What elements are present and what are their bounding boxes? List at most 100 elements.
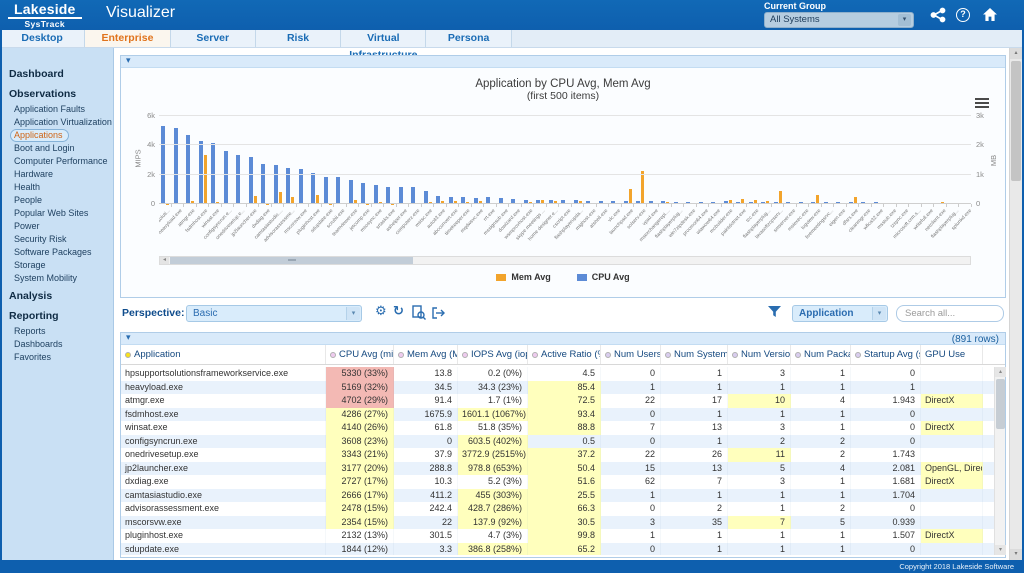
- column-filter-dot-icon[interactable]: [532, 351, 538, 358]
- column-filter-dot-icon[interactable]: [665, 351, 671, 358]
- sidebar-item-power[interactable]: Power: [2, 219, 113, 232]
- table-vertical-scrollbar[interactable]: ▴ ▾: [994, 367, 1006, 555]
- tab-enterprise[interactable]: Enterprise: [85, 30, 171, 47]
- bar-group: [884, 116, 897, 204]
- sidebar-item-software-packages[interactable]: Software Packages: [2, 245, 113, 258]
- scroll-left-icon[interactable]: ◂: [160, 257, 169, 264]
- sidebar-item-health[interactable]: Health: [2, 180, 113, 193]
- column-filter-dot-icon[interactable]: [605, 351, 611, 358]
- sidebar-item-security-risk[interactable]: Security Risk: [2, 232, 113, 245]
- tab-server[interactable]: Server: [170, 30, 256, 47]
- sidebar-item-application-faults[interactable]: Application Faults: [2, 102, 113, 115]
- column-filter-dot-icon[interactable]: [398, 351, 404, 358]
- refresh-icon[interactable]: ↻: [393, 303, 404, 319]
- table-row[interactable]: sdupdate.exe 1844 (12%) 3.3 386.8 (258%) 65.…: [121, 542, 994, 555]
- table-cell: 1844 (12%): [326, 542, 394, 555]
- table-row[interactable]: jp2launcher.exe 3177 (20%) 288.8 978.8 (653…: [121, 461, 994, 475]
- settings-gear-icon[interactable]: ⚙: [375, 303, 387, 319]
- chart-scrollbar-thumb[interactable]: [170, 257, 413, 264]
- column-header-gpu-use[interactable]: GPU Use: [921, 345, 983, 364]
- table-row[interactable]: winsat.exe 4140 (26%) 61.8 51.8 (35%) 88.8 7 1…: [121, 421, 994, 435]
- column-header-num-versions[interactable]: Num Versions: [728, 345, 791, 364]
- sidebar-item-application-virtualization[interactable]: Application Virtualization: [2, 115, 113, 128]
- table-cell: 1: [728, 542, 791, 555]
- bar-group: [822, 116, 835, 204]
- export-icon[interactable]: [431, 305, 446, 320]
- table-row[interactable]: advisorassessment.exe 2478 (15%) 242.4 428.…: [121, 502, 994, 516]
- filter-column-select[interactable]: Application ▾: [792, 305, 888, 322]
- filter-funnel-icon[interactable]: [768, 306, 781, 318]
- preview-icon[interactable]: [412, 305, 426, 320]
- table-row[interactable]: fsdmhost.exe 4286 (27%) 1675.9 1601.1 (1067…: [121, 407, 994, 421]
- sidebar-item-people[interactable]: People: [2, 193, 113, 206]
- tab-virtual-infrastructure[interactable]: Virtual Infrastructure: [341, 30, 427, 61]
- sidebar-item-applications[interactable]: Applications: [2, 128, 113, 142]
- current-group-select[interactable]: All Systems ▾: [764, 12, 914, 28]
- column-header-num-systems[interactable]: Num Systems: [661, 345, 728, 364]
- table-row[interactable]: atmgr.exe 4702 (29%) 91.4 1.7 (1%) 72.5 22 17 1…: [121, 394, 994, 408]
- column-header-startup-avg-sec-[interactable]: Startup Avg (sec): [851, 345, 921, 364]
- chart-subtitle: (first 500 items): [526, 90, 600, 102]
- cpu-avg-bar: [248, 157, 253, 204]
- column-header-iops-avg-iops-[interactable]: IOPS Avg (iops): [458, 345, 528, 364]
- bar-group: [347, 116, 360, 204]
- sidebar-section-analysis[interactable]: Analysis: [2, 284, 113, 304]
- sidebar-item-boot-and-login[interactable]: Boot and Login: [2, 141, 113, 154]
- table-cell: [921, 380, 983, 394]
- help-icon[interactable]: ?: [956, 8, 972, 24]
- collapse-table-icon[interactable]: ▾: [126, 332, 131, 343]
- sidebar-section-observations[interactable]: Observations: [2, 82, 113, 102]
- page-scrollbar[interactable]: ▴ ▾: [1009, 48, 1022, 560]
- tab-desktop[interactable]: Desktop: [0, 30, 86, 47]
- table-row[interactable]: configsyncrun.exe 3608 (23%) 0 603.5 (402%)…: [121, 434, 994, 448]
- sidebar-item-hardware[interactable]: Hardware: [2, 167, 113, 180]
- column-header-cpu-avg-mips-[interactable]: CPU Avg (mips)▴: [326, 345, 394, 364]
- tab-risk[interactable]: Risk: [255, 30, 342, 47]
- table-row[interactable]: pluginhost.exe 2132 (13%) 301.5 4.7 (3%) 99.…: [121, 529, 994, 543]
- collapse-chart-icon[interactable]: ▾: [126, 55, 131, 66]
- table-row[interactable]: mscorsvw.exe 2354 (15%) 22 137.9 (92%) 30.5 3…: [121, 515, 994, 529]
- table-scrollbar-thumb[interactable]: [996, 379, 1005, 429]
- page-scrollbar-thumb[interactable]: [1011, 61, 1021, 181]
- table-row[interactable]: heavyload.exe 5169 (32%) 34.5 34.3 (23%) 85.…: [121, 380, 994, 394]
- perspective-select[interactable]: Basic ▾: [186, 305, 362, 322]
- column-filter-dot-icon[interactable]: [330, 351, 336, 358]
- sidebar-item-dashboards[interactable]: Dashboards: [2, 337, 113, 350]
- sidebar-item-computer-performance[interactable]: Computer Performance: [2, 154, 113, 167]
- column-filter-dot-icon[interactable]: [732, 351, 738, 358]
- scroll-down-icon[interactable]: ▾: [995, 545, 1006, 555]
- table-cell: 4: [791, 394, 851, 408]
- column-header-num-users[interactable]: Num Users: [601, 345, 661, 364]
- scroll-down-icon[interactable]: ▾: [1010, 549, 1022, 560]
- home-icon[interactable]: [982, 7, 998, 23]
- sidebar-item-system-mobility[interactable]: System Mobility: [2, 271, 113, 284]
- search-input[interactable]: [896, 305, 1004, 322]
- tab-persona[interactable]: Persona: [426, 30, 512, 47]
- scroll-up-icon[interactable]: ▴: [1010, 48, 1022, 59]
- sidebar-item-storage[interactable]: Storage: [2, 258, 113, 271]
- chart-menu-icon[interactable]: [975, 98, 989, 110]
- table-row[interactable]: onedrivesetup.exe 3343 (21%) 37.9 3772.9 (2…: [121, 448, 994, 462]
- column-filter-dot-icon[interactable]: [795, 351, 801, 358]
- sidebar-section-reporting[interactable]: Reporting: [2, 304, 113, 324]
- table-row[interactable]: dxdiag.exe 2727 (17%) 10.3 5.2 (3%) 51.6 62 7 3…: [121, 475, 994, 489]
- column-header-mem-avg-mb-[interactable]: Mem Avg (MB): [394, 345, 458, 364]
- sidebar-item-reports[interactable]: Reports: [2, 324, 113, 337]
- share-icon[interactable]: [930, 7, 946, 23]
- bar-group: [372, 116, 385, 204]
- column-filter-dot-icon[interactable]: [125, 351, 131, 358]
- logo-subtitle: SysTrack: [24, 19, 66, 29]
- sidebar-item-favorites[interactable]: Favorites: [2, 350, 113, 363]
- chart-horizontal-scrollbar[interactable]: ◂: [159, 256, 971, 265]
- table-row[interactable]: hpsupportsolutionsframeworkservice.exe 53…: [121, 367, 994, 381]
- cpu-avg-bar: [373, 184, 378, 204]
- scroll-up-icon[interactable]: ▴: [995, 367, 1006, 377]
- column-header-application[interactable]: Application: [121, 345, 326, 364]
- column-header-num-packages[interactable]: Num Packages: [791, 345, 851, 364]
- column-header-active-ratio-[interactable]: Active Ratio (%): [528, 345, 601, 364]
- column-filter-dot-icon[interactable]: [462, 351, 468, 358]
- sidebar-section-dashboard[interactable]: Dashboard: [2, 62, 113, 82]
- sidebar-item-popular-web-sites[interactable]: Popular Web Sites: [2, 206, 113, 219]
- column-filter-dot-icon[interactable]: [855, 351, 861, 358]
- table-row[interactable]: camtasiastudio.exe 2666 (17%) 411.2 455 (30…: [121, 488, 994, 502]
